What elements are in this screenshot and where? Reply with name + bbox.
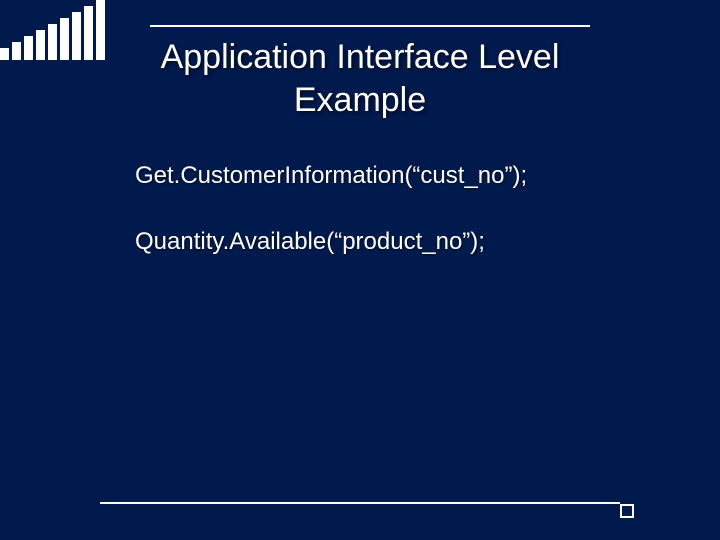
slide: Application Interface Level Example Get.…: [0, 0, 720, 540]
top-divider: [150, 25, 590, 27]
bottom-divider: [100, 502, 620, 504]
slide-body: Get.CustomerInformation(“cust_no”); Quan…: [135, 160, 635, 293]
title-line-1: Application Interface Level: [161, 38, 560, 76]
slide-title: Application Interface Level Example: [0, 36, 720, 121]
corner-box-icon: [620, 504, 634, 518]
body-line-2: Quantity.Available(“product_no”);: [135, 226, 635, 258]
body-line-1: Get.CustomerInformation(“cust_no”);: [135, 160, 635, 192]
title-line-2: Example: [294, 81, 426, 119]
